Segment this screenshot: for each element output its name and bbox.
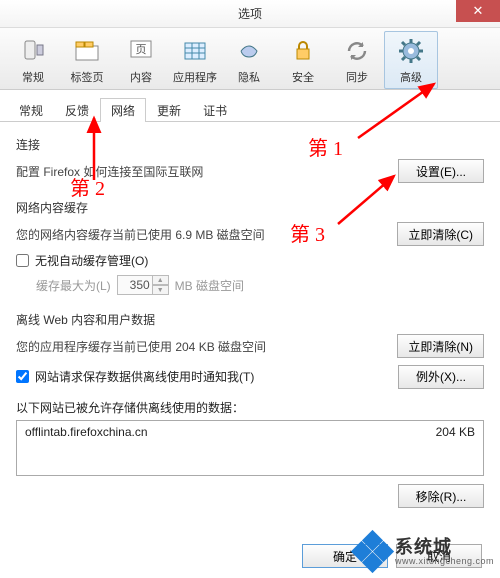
offline-sites-list[interactable]: offlintab.firefoxchina.cn 204 KB bbox=[16, 420, 484, 476]
cache-title: 网络内容缓存 bbox=[16, 199, 484, 216]
sync-icon bbox=[341, 35, 373, 67]
watermark: 系统城 www.xitongcheng.com bbox=[355, 534, 494, 570]
watermark-logo bbox=[355, 534, 391, 570]
notify-checkbox[interactable]: 网站请求保存数据供离线使用时通知我(T) bbox=[16, 368, 254, 385]
offline-section: 离线 Web 内容和用户数据 您的应用程序缓存当前已使用 204 KB 磁盘空间… bbox=[16, 311, 484, 508]
offline-desc: 您的应用程序缓存当前已使用 204 KB 磁盘空间 bbox=[16, 338, 266, 355]
cache-desc: 您的网络内容缓存当前已使用 6.9 MB 磁盘空间 bbox=[16, 226, 265, 243]
privacy-icon bbox=[233, 35, 265, 67]
titlebar: 选项 ✕ bbox=[0, 0, 500, 28]
notify-checkbox-input[interactable] bbox=[16, 370, 29, 383]
offline-list-label: 以下网站已被允许存储供离线使用的数据： bbox=[16, 399, 484, 416]
cache-limit-suffix: MB 磁盘空间 bbox=[175, 277, 244, 294]
network-panel: 连接 配置 Firefox 如何连接至国际互联网 设置(E)... 网络内容缓存… bbox=[0, 122, 500, 530]
watermark-url: www.xitongcheng.com bbox=[395, 557, 494, 566]
close-button[interactable]: ✕ bbox=[456, 0, 500, 22]
exceptions-button[interactable]: 例外(X)... bbox=[398, 365, 484, 389]
tab-content[interactable]: 页 内容 bbox=[114, 31, 168, 89]
settings-button[interactable]: 设置(E)... bbox=[398, 159, 484, 183]
clear-offline-button[interactable]: 立即清除(N) bbox=[397, 334, 484, 358]
apps-icon bbox=[179, 35, 211, 67]
watermark-brand: 系统城 bbox=[395, 538, 494, 557]
advanced-subtabs: 常规 反馈 网络 更新 证书 bbox=[0, 92, 500, 122]
cache-limit-prefix: 缓存最大为(L) bbox=[36, 277, 111, 294]
tab-applications[interactable]: 应用程序 bbox=[168, 31, 222, 89]
cache-section: 网络内容缓存 您的网络内容缓存当前已使用 6.9 MB 磁盘空间 立即清除(C)… bbox=[16, 199, 484, 295]
tab-security[interactable]: 安全 bbox=[276, 31, 330, 89]
tab-privacy[interactable]: 隐私 bbox=[222, 31, 276, 89]
category-toolbar: 常规 标签页 页 内容 应用程序 隐私 安全 同步 高级 bbox=[0, 28, 500, 90]
tab-advanced[interactable]: 高级 bbox=[384, 31, 438, 89]
list-item[interactable]: offlintab.firefoxchina.cn 204 KB bbox=[17, 421, 483, 443]
tab-tabs[interactable]: 标签页 bbox=[60, 31, 114, 89]
svg-text:页: 页 bbox=[136, 44, 147, 56]
override-cache-checkbox[interactable]: 无视自动缓存管理(O) bbox=[16, 252, 484, 269]
subtab-feedback[interactable]: 反馈 bbox=[54, 98, 100, 122]
tabs-icon bbox=[71, 35, 103, 67]
subtab-general[interactable]: 常规 bbox=[8, 98, 54, 122]
remove-button[interactable]: 移除(R)... bbox=[398, 484, 484, 508]
clear-cache-button[interactable]: 立即清除(C) bbox=[397, 222, 484, 246]
site-size: 204 KB bbox=[436, 425, 475, 439]
connection-desc: 配置 Firefox 如何连接至国际互联网 bbox=[16, 163, 203, 180]
offline-title: 离线 Web 内容和用户数据 bbox=[16, 311, 484, 328]
general-icon bbox=[17, 35, 49, 67]
tab-sync[interactable]: 同步 bbox=[330, 31, 384, 89]
gear-icon bbox=[395, 35, 427, 67]
spin-up-icon: ▲ bbox=[153, 275, 169, 285]
spin-down-icon: ▼ bbox=[153, 285, 169, 295]
content-icon: 页 bbox=[125, 35, 157, 67]
subtab-certificates[interactable]: 证书 bbox=[192, 98, 238, 122]
override-cache-input[interactable] bbox=[16, 254, 29, 267]
lock-icon bbox=[287, 35, 319, 67]
subtab-update[interactable]: 更新 bbox=[146, 98, 192, 122]
site-name: offlintab.firefoxchina.cn bbox=[25, 425, 148, 439]
connection-title: 连接 bbox=[16, 136, 484, 153]
cache-limit-input bbox=[117, 275, 153, 295]
cache-limit-row: 缓存最大为(L) ▲▼ MB 磁盘空间 bbox=[36, 275, 484, 295]
subtab-network[interactable]: 网络 bbox=[100, 98, 146, 122]
connection-section: 连接 配置 Firefox 如何连接至国际互联网 设置(E)... bbox=[16, 136, 484, 183]
window-title: 选项 bbox=[238, 5, 262, 22]
cache-limit-spinner: ▲▼ bbox=[117, 275, 169, 295]
tab-general[interactable]: 常规 bbox=[6, 31, 60, 89]
